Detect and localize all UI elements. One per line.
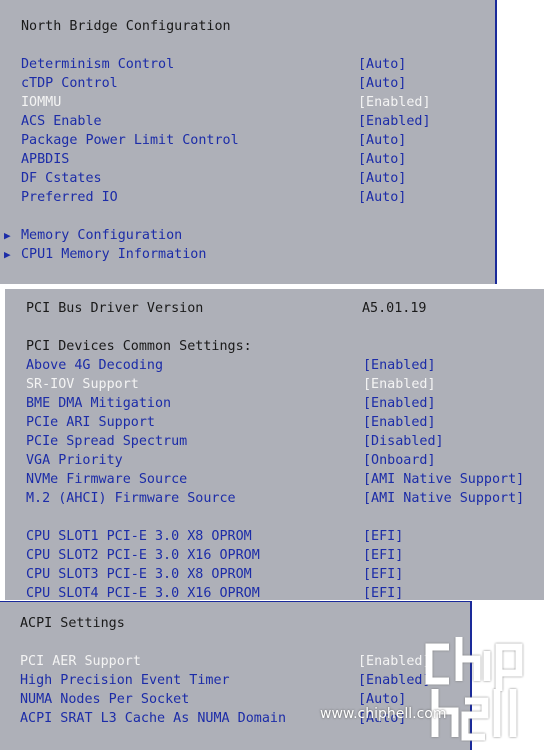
setting-value[interactable]: [Auto]: [358, 188, 406, 207]
setting-label: Determinism Control: [21, 57, 175, 72]
submenu-label: Memory Configuration: [21, 228, 183, 243]
setting-label: CPU SLOT2 PCI-E 3.0 X16 OPROM: [26, 548, 260, 563]
setting-label: Package Power Limit Control: [21, 133, 239, 148]
setting-value-selected[interactable]: [Enabled]: [363, 375, 436, 394]
setting-value[interactable]: [Enabled]: [358, 112, 431, 131]
setting-label: Above 4G Decoding: [26, 358, 164, 373]
setting-label: NUMA Nodes Per Socket: [20, 692, 190, 707]
setting-value[interactable]: [Enabled]: [363, 413, 436, 432]
watermark-url: www.chiphell.com: [320, 706, 447, 722]
setting-label: PCIe ARI Support: [26, 415, 155, 430]
setting-label: APBDIS: [21, 152, 70, 167]
triangle-right-icon: ▶: [4, 229, 11, 242]
chiphell-logo: [425, 637, 523, 741]
setting-value[interactable]: [EFI]: [363, 584, 403, 600]
version-value: A5.01.19: [362, 301, 427, 316]
setting-value[interactable]: [Enabled]: [358, 671, 431, 690]
acpi-settings-panel: ACPI Settings PCI AER Support [Enabled] …: [0, 601, 472, 750]
setting-label: ACS Enable: [21, 114, 102, 129]
setting-value[interactable]: [AMI Native Support]: [363, 470, 524, 489]
setting-value[interactable]: [Enabled]: [363, 394, 436, 413]
setting-value[interactable]: [EFI]: [363, 527, 403, 546]
setting-value[interactable]: [Auto]: [358, 55, 406, 74]
setting-label-selected: IOMMU: [21, 95, 62, 110]
setting-label: ACPI SRAT L3 Cache As NUMA Domain: [20, 711, 287, 726]
setting-label: M.2 (AHCI) Firmware Source: [26, 491, 236, 506]
setting-label: Preferred IO: [21, 190, 118, 205]
setting-value[interactable]: [Auto]: [358, 74, 406, 93]
version-label: PCI Bus Driver Version: [26, 301, 204, 316]
setting-value-selected[interactable]: [Enabled]: [358, 652, 431, 671]
north-bridge-title: North Bridge Configuration: [21, 19, 231, 34]
setting-label: CPU SLOT3 PCI-E 3.0 X8 OPROM: [26, 567, 252, 582]
north-bridge-panel: North Bridge Configuration Determinism C…: [0, 0, 497, 284]
setting-value-selected[interactable]: [Enabled]: [358, 93, 431, 112]
setting-value[interactable]: [EFI]: [363, 546, 403, 565]
setting-label: BME DMA Mitigation: [26, 396, 172, 411]
triangle-right-icon: ▶: [4, 248, 11, 261]
setting-label-selected: PCI AER Support: [20, 654, 141, 669]
setting-label: VGA Priority: [26, 453, 123, 468]
setting-value[interactable]: [Auto]: [358, 169, 406, 188]
setting-label: DF Cstates: [21, 171, 102, 186]
setting-value[interactable]: [Onboard]: [363, 451, 436, 470]
section-title: PCI Devices Common Settings:: [26, 339, 252, 354]
setting-value[interactable]: [EFI]: [363, 565, 403, 584]
setting-label: CPU SLOT4 PCI-E 3.0 X16 OPROM: [26, 586, 260, 600]
setting-label: High Precision Event Timer: [20, 673, 230, 688]
setting-value[interactable]: [Enabled]: [363, 356, 436, 375]
setting-label: PCIe Spread Spectrum: [26, 434, 188, 449]
setting-label: cTDP Control: [21, 76, 118, 91]
acpi-title: ACPI Settings: [20, 616, 125, 631]
submenu-label: CPU1 Memory Information: [21, 247, 207, 262]
setting-value[interactable]: [Auto]: [358, 131, 406, 150]
setting-value[interactable]: [AMI Native Support]: [363, 489, 524, 508]
setting-label-selected: SR-IOV Support: [26, 377, 139, 392]
setting-label: CPU SLOT1 PCI-E 3.0 X8 OPROM: [26, 529, 252, 544]
panel-top-border: [0, 601, 470, 602]
setting-value[interactable]: [Disabled]: [363, 432, 444, 451]
setting-value[interactable]: [Auto]: [358, 150, 406, 169]
setting-label: NVMe Firmware Source: [26, 472, 188, 487]
pci-settings-panel: PCI Bus Driver Version A5.01.19 PCI Devi…: [5, 289, 544, 600]
